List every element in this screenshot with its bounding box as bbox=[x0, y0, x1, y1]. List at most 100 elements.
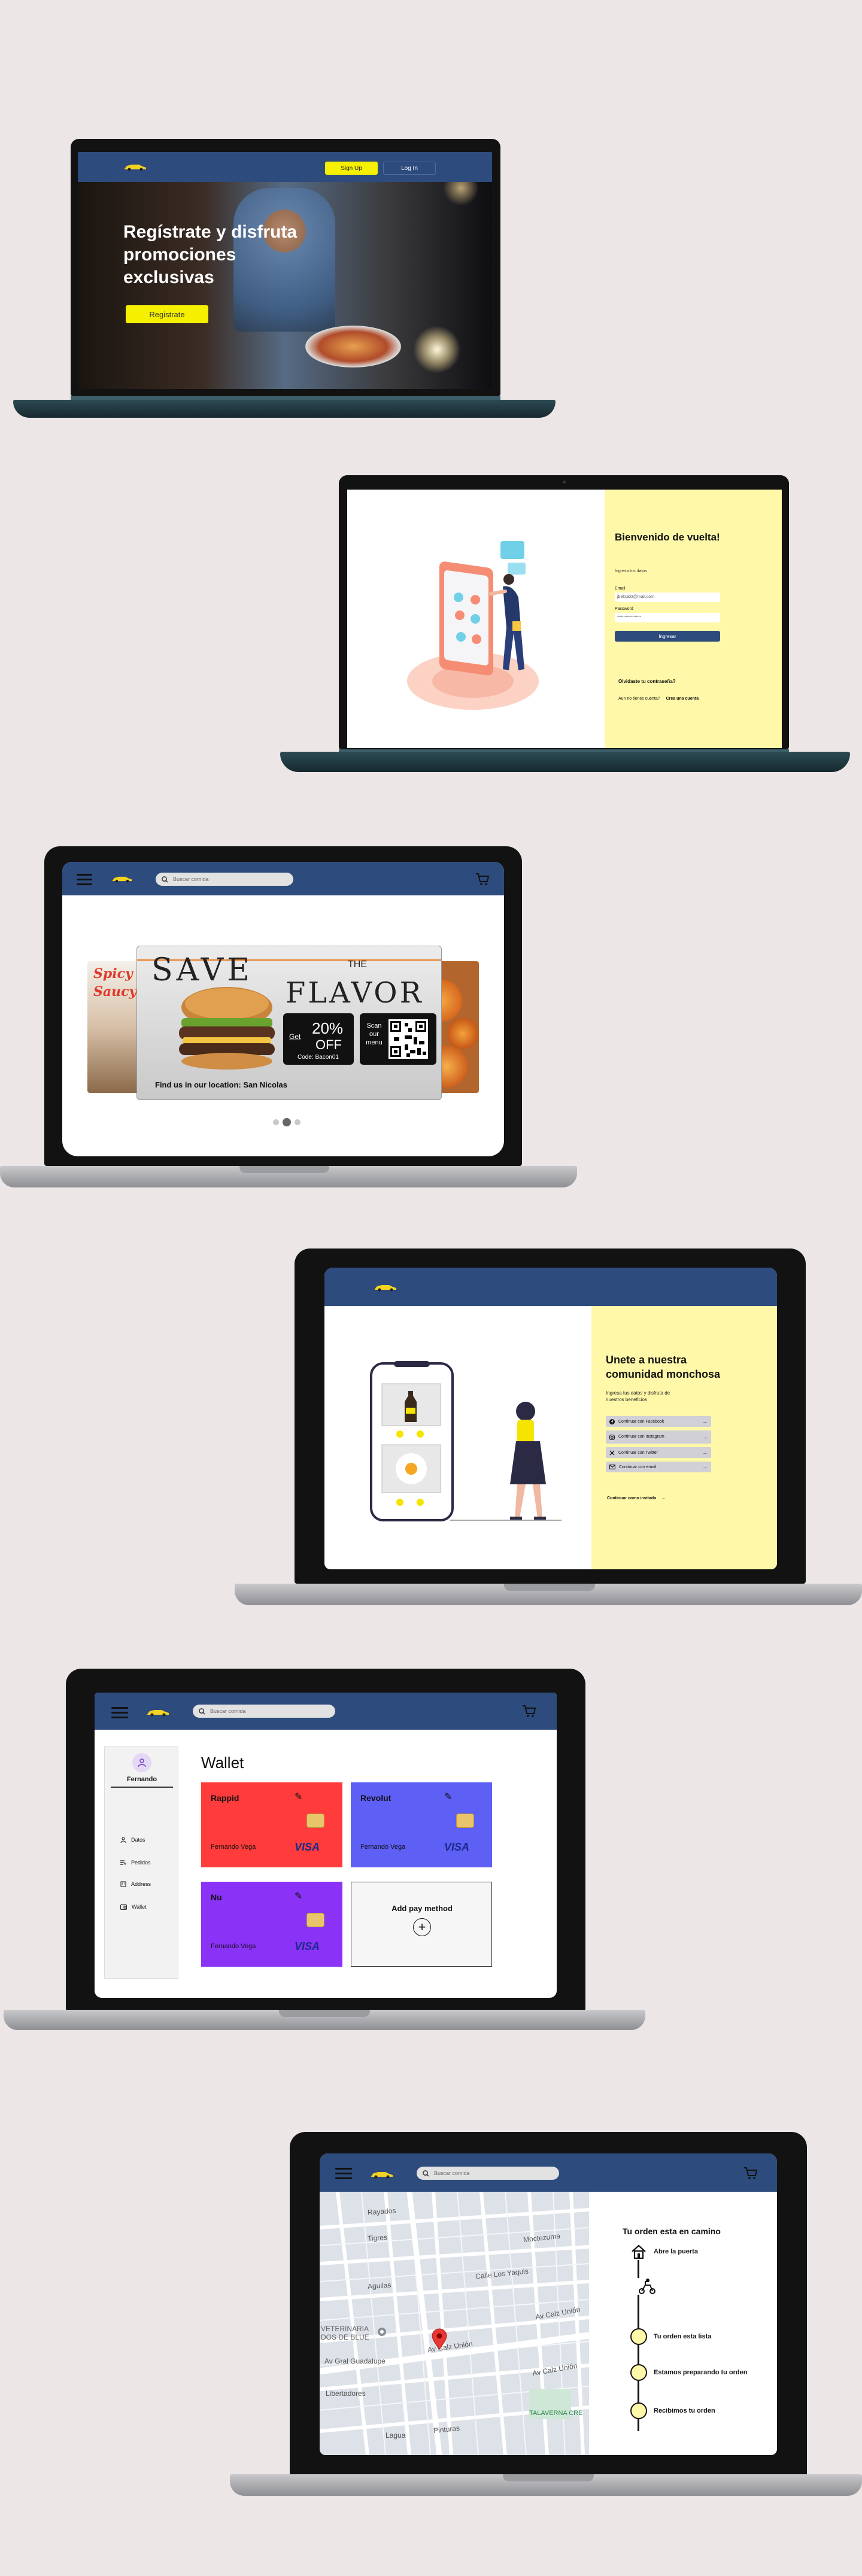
edit-pencil-icon[interactable]: ✎ bbox=[295, 1791, 302, 1803]
forgot-password-link[interactable]: Olvidaste tu contraseña? bbox=[618, 679, 676, 684]
create-account-link[interactable]: Crea una cuenta bbox=[666, 697, 699, 701]
car-logo-icon[interactable] bbox=[111, 875, 133, 883]
car-logo-icon[interactable] bbox=[370, 2170, 394, 2179]
ad-save-text: SAVE bbox=[151, 952, 254, 988]
social-option-label: Continuar con Facebook bbox=[618, 1419, 664, 1424]
social-option[interactable]: Continuar con Facebook → bbox=[606, 1416, 711, 1427]
instagram-icon bbox=[609, 1434, 615, 1440]
arrow-right-icon: → bbox=[702, 1450, 708, 1456]
burger-image bbox=[179, 987, 275, 1070]
sidebar-item-wallet[interactable]: Wallet bbox=[120, 1904, 147, 1910]
payment-card[interactable]: Nu ✎ Fernando Vega VISA bbox=[201, 1882, 342, 1967]
password-field[interactable]: ••••••••••••••••••• bbox=[615, 613, 720, 622]
register-button[interactable]: Registrate bbox=[126, 305, 208, 323]
carousel-card-main[interactable]: SAVE THE FLAVOR Get 20% OFF Code: Bacon0… bbox=[136, 946, 442, 1100]
search-input[interactable]: Buscar comida bbox=[417, 2167, 559, 2180]
laptop-6-notch bbox=[503, 2474, 594, 2481]
map-label: Libertadores bbox=[326, 2389, 366, 2398]
sidebar-item-label: Wallet bbox=[132, 1904, 147, 1910]
carousel-dot[interactable] bbox=[273, 1119, 279, 1125]
car-logo-icon[interactable] bbox=[146, 1708, 170, 1717]
login-submit-button[interactable]: Ingresar bbox=[615, 631, 720, 642]
cart-icon[interactable] bbox=[475, 873, 490, 886]
scan-menu-text: Scan our menu bbox=[366, 1022, 383, 1046]
step-circle bbox=[630, 2402, 647, 2419]
sidebar-item-label: Datos bbox=[131, 1837, 145, 1843]
signup-button[interactable]: Sign Up bbox=[325, 162, 378, 175]
search-input[interactable]: Buscar comida bbox=[156, 873, 293, 886]
coupon-box[interactable]: Get 20% OFF Code: Bacon01 bbox=[283, 1013, 354, 1065]
add-payment-method[interactable]: Add pay method + bbox=[351, 1882, 492, 1967]
step-circle bbox=[630, 2328, 647, 2345]
map-label: Lagua bbox=[386, 2431, 406, 2440]
map-label: Aguilas bbox=[367, 2280, 391, 2291]
map[interactable]: Rayados Tigres Aguilas Av Calz Unión VET… bbox=[320, 2192, 589, 2455]
scan-menu-box[interactable]: Scan our menu bbox=[360, 1013, 436, 1065]
search-placeholder: Buscar comida bbox=[434, 2170, 470, 2176]
chip-icon bbox=[306, 1813, 324, 1828]
sidebar-divider bbox=[111, 1787, 173, 1788]
card-holder: Fernando Vega bbox=[211, 1843, 256, 1851]
edit-pencil-icon[interactable]: ✎ bbox=[295, 1890, 302, 1902]
hamburger-menu-icon[interactable] bbox=[335, 2168, 352, 2182]
qr-code-icon[interactable] bbox=[388, 1019, 428, 1059]
payment-card[interactable]: Rappid ✎ Fernando Vega VISA bbox=[201, 1782, 342, 1867]
user-name: Fernando bbox=[126, 1776, 157, 1783]
email-field[interactable]: jbeltra02@mail.com bbox=[615, 593, 720, 602]
laptop-3-screen: Buscar comida Spicy Saucy SAVE THE FLAVO… bbox=[62, 862, 504, 1156]
guest-link[interactable]: Continuar como invitado → bbox=[607, 1496, 665, 1500]
delivery-scooter-icon bbox=[637, 2278, 657, 2295]
step-label: Estamos preparando tu orden bbox=[654, 2369, 748, 2376]
home-icon bbox=[630, 2243, 647, 2260]
add-pay-label: Add pay method bbox=[391, 1904, 453, 1913]
car-logo-icon[interactable] bbox=[374, 1283, 397, 1292]
visa-logo: VISA bbox=[295, 1841, 320, 1853]
sidebar-item-pedidos[interactable]: Pedidos bbox=[120, 1860, 151, 1866]
map-label: DOS DE BLUE bbox=[321, 2333, 369, 2341]
laptop-4-notch bbox=[504, 1584, 595, 1591]
avatar[interactable] bbox=[132, 1753, 151, 1772]
payment-card[interactable]: Revolut ✎ Fernando Vega VISA bbox=[351, 1782, 492, 1867]
profile-sidebar: Fernando Datos Pedidos Address Wallet bbox=[104, 1746, 178, 1979]
carousel-dots bbox=[273, 1118, 301, 1126]
laptop-3-notch bbox=[239, 1166, 329, 1173]
login-button[interactable]: Log In bbox=[383, 162, 436, 175]
laptop-2-camera bbox=[563, 481, 566, 484]
arrow-right-icon: → bbox=[702, 1418, 708, 1424]
sidebar-item-label: Pedidos bbox=[131, 1860, 151, 1866]
social-option[interactable]: Continuar con email → bbox=[606, 1462, 711, 1472]
edit-pencil-icon[interactable]: ✎ bbox=[444, 1791, 452, 1803]
laptop-5-notch bbox=[279, 2010, 370, 2017]
arrow-right-icon: → bbox=[661, 1496, 666, 1500]
hamburger-menu-icon[interactable] bbox=[111, 1707, 128, 1721]
laptop-1-screen: Sign Up Log In Regístrate y disfruta pro… bbox=[78, 152, 492, 389]
arrow-right-icon: → bbox=[702, 1434, 708, 1440]
social-option[interactable]: Continuar con Instagram → bbox=[606, 1430, 711, 1444]
step-circle bbox=[630, 2364, 647, 2381]
order-title: Tu orden esta en camino bbox=[623, 2226, 721, 2236]
car-logo-icon[interactable] bbox=[123, 163, 147, 171]
sidebar-item-address[interactable]: Address bbox=[120, 1881, 151, 1887]
location-pin-icon[interactable] bbox=[431, 2328, 448, 2350]
coupon-percent: 20% bbox=[312, 1019, 344, 1037]
search-input[interactable]: Buscar comida bbox=[193, 1705, 335, 1718]
carousel-dot-active[interactable] bbox=[283, 1118, 291, 1126]
carousel-dot[interactable] bbox=[295, 1119, 301, 1125]
social-option[interactable]: Continuar con Twitter → bbox=[606, 1447, 711, 1458]
carousel-card-left[interactable]: Spicy Saucy bbox=[87, 961, 141, 1093]
laptop-2-base bbox=[280, 752, 850, 772]
sidebar-item-datos[interactable]: Datos bbox=[120, 1837, 145, 1843]
sidebar-item-label: Address bbox=[131, 1881, 151, 1887]
cart-icon[interactable] bbox=[522, 1705, 536, 1718]
cart-icon[interactable] bbox=[743, 2167, 758, 2180]
coupon-off: OFF bbox=[315, 1037, 342, 1052]
visa-logo: VISA bbox=[444, 1841, 470, 1853]
step-label: Tu orden esta lista bbox=[654, 2333, 712, 2340]
plus-circle-icon[interactable]: + bbox=[413, 1918, 431, 1936]
facebook-icon bbox=[609, 1418, 615, 1424]
wallet-icon bbox=[120, 1904, 127, 1910]
ad-location: Find us in our location: San Nicolas bbox=[155, 1080, 288, 1089]
hamburger-menu-icon[interactable] bbox=[77, 874, 92, 888]
search-placeholder: Buscar comida bbox=[210, 1708, 246, 1714]
guest-label: Continuar como invitado bbox=[607, 1496, 657, 1500]
